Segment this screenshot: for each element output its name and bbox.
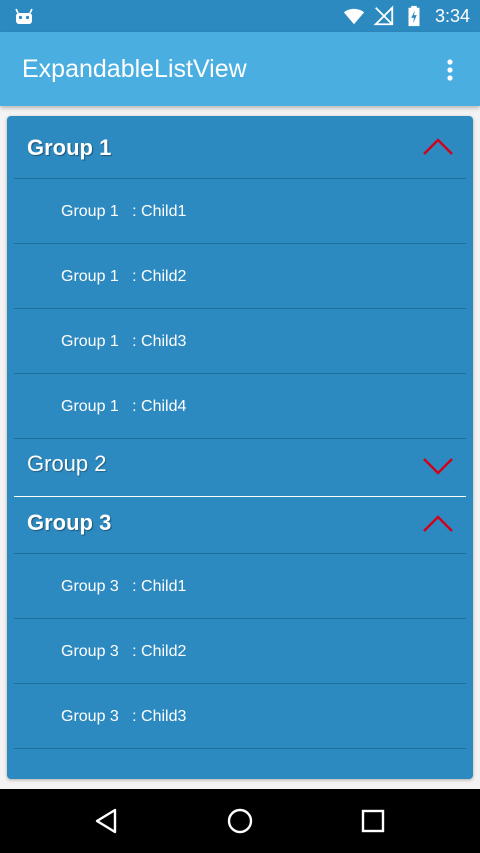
android-icon xyxy=(15,8,33,24)
home-icon[interactable] xyxy=(224,805,256,837)
expandable-list[interactable]: Group 1 Group 1 : Child1 Group 1 : Child… xyxy=(7,116,473,779)
back-icon[interactable] xyxy=(91,805,123,837)
group-label: Group 3 xyxy=(27,510,112,535)
group-row-2[interactable]: Group 2 xyxy=(14,439,466,497)
group-row-3[interactable]: Group 3 xyxy=(14,497,466,554)
chevron-up-icon xyxy=(423,515,453,532)
app-bar: ExpandableListView xyxy=(0,32,480,106)
child-row[interactable]: Group 1 : Child4 xyxy=(14,374,466,439)
child-label: Group 3 : Child3 xyxy=(61,708,187,725)
child-label: Group 3 : Child2 xyxy=(61,643,187,660)
child-row[interactable]: Group 3 : Child3 xyxy=(14,684,466,749)
status-icons: 3:34 xyxy=(343,0,470,32)
chevron-up-icon xyxy=(423,138,453,155)
group-label: Group 2 xyxy=(27,451,107,476)
status-bar: 3:34 xyxy=(0,0,480,32)
child-row[interactable]: Group 1 : Child2 xyxy=(14,244,466,309)
child-label: Group 1 : Child3 xyxy=(61,333,187,350)
wifi-icon xyxy=(343,8,365,25)
navigation-bar xyxy=(0,789,480,853)
child-label: Group 1 : Child4 xyxy=(61,398,187,415)
battery-charging-icon xyxy=(408,5,420,27)
child-row[interactable]: Group 1 : Child3 xyxy=(14,309,466,374)
child-label: Group 3 : Child1 xyxy=(61,578,187,595)
chevron-down-icon xyxy=(423,458,453,475)
child-row[interactable]: Group 1 : Child1 xyxy=(14,179,466,244)
app-title: ExpandableListView xyxy=(22,55,247,83)
no-signal-icon xyxy=(373,5,394,26)
child-row[interactable]: Group 3 : Child2 xyxy=(14,619,466,684)
child-row[interactable]: Group 3 : Child1 xyxy=(14,554,466,619)
status-time: 3:34 xyxy=(434,6,470,26)
overflow-menu-icon[interactable] xyxy=(440,58,460,82)
recents-icon[interactable] xyxy=(357,805,389,837)
group-label: Group 1 xyxy=(27,135,112,160)
child-label: Group 1 : Child2 xyxy=(61,268,187,285)
group-row-1[interactable]: Group 1 xyxy=(14,116,466,179)
child-label: Group 1 : Child1 xyxy=(61,203,187,220)
